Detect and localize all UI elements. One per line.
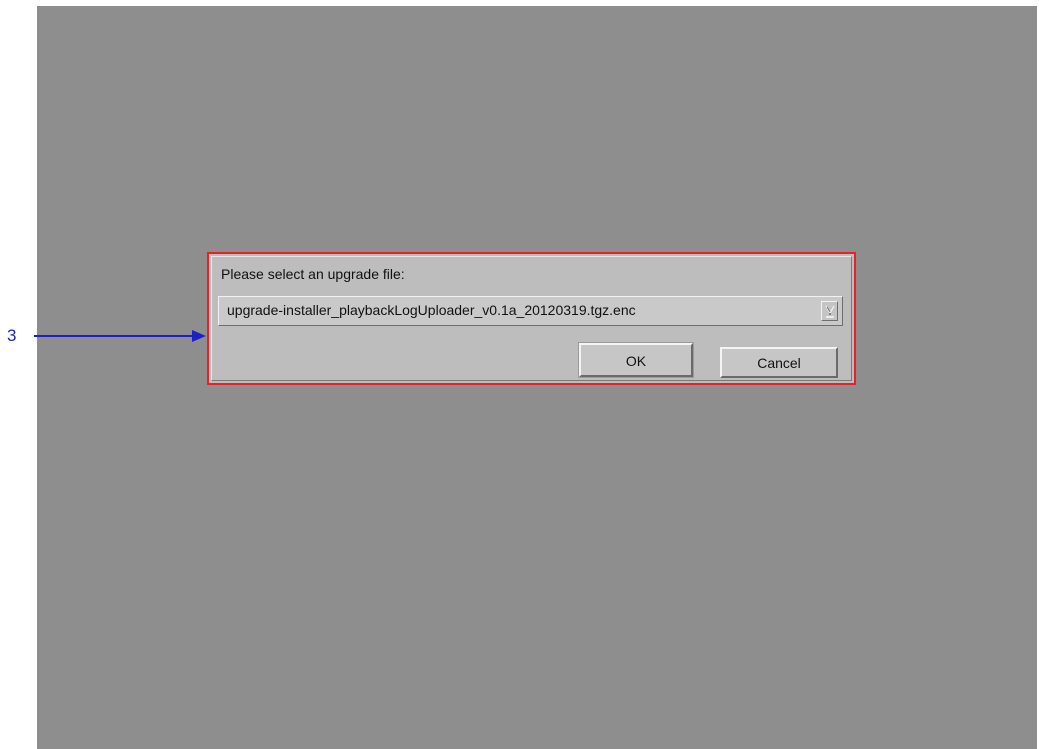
callout-arrow-icon bbox=[34, 330, 206, 342]
selected-file-name: upgrade-installer_playbackLogUploader_v0… bbox=[227, 302, 636, 318]
upgrade-file-select[interactable]: upgrade-installer_playbackLogUploader_v0… bbox=[218, 296, 843, 326]
ok-button[interactable]: OK bbox=[578, 342, 694, 378]
dialog-body: Please select an upgrade file: upgrade-i… bbox=[211, 256, 852, 381]
dialog-prompt: Please select an upgrade file: bbox=[221, 266, 405, 282]
upgrade-file-dialog: Please select an upgrade file: upgrade-i… bbox=[207, 252, 856, 385]
chevron-down-icon bbox=[825, 305, 835, 318]
dropdown-button[interactable] bbox=[821, 301, 838, 321]
cancel-button[interactable]: Cancel bbox=[720, 347, 838, 378]
